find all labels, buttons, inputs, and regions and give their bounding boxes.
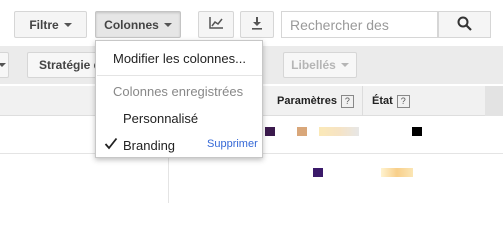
table-cell-pixel [412, 127, 422, 136]
column-divider [362, 86, 363, 116]
column-header-label: Paramètres [277, 95, 337, 107]
chevron-down-icon [0, 63, 6, 67]
header-scroll-edge [485, 86, 503, 116]
table-cell-pixel [297, 127, 307, 136]
columns-button-label: Colonnes [104, 17, 159, 32]
check-icon [104, 137, 118, 153]
help-icon[interactable]: ? [340, 94, 354, 108]
magnifier-icon [457, 16, 472, 34]
table-cell-pixel [265, 127, 275, 136]
table-cell-pixel [313, 168, 323, 177]
help-icon[interactable]: ? [396, 94, 410, 108]
line-chart-icon [208, 16, 224, 33]
menu-divider [97, 75, 262, 76]
columns-button[interactable]: Colonnes [95, 11, 181, 38]
partial-dropdown-button[interactable] [0, 52, 9, 78]
download-button[interactable] [240, 11, 274, 38]
chart-toggle-button[interactable] [198, 11, 234, 38]
chevron-down-icon [340, 63, 349, 67]
chevron-down-icon [163, 22, 172, 27]
table-cell-pixel [319, 127, 359, 136]
filter-button-label: Filtre [29, 17, 59, 32]
search-input[interactable]: Rechercher des [281, 11, 438, 38]
column-header-label: État [372, 95, 393, 107]
search-input-placeholder: Rechercher des [290, 16, 389, 33]
column-header-parametres[interactable]: Paramètres ? [277, 86, 354, 116]
table-cell-pixel [381, 168, 413, 177]
search-button[interactable] [438, 11, 491, 38]
saved-columns-item-personnalise[interactable]: Personnalisé [123, 111, 198, 126]
saved-columns-item-branding[interactable]: Branding [123, 138, 175, 153]
saved-columns-heading: Colonnes enregistrées [113, 84, 244, 99]
column-divider [168, 154, 169, 203]
labels-button[interactable]: Libellés [283, 52, 357, 78]
columns-menu: Modifier les colonnes... Colonnes enregi… [95, 40, 263, 158]
modify-columns-item[interactable]: Modifier les colonnes... [113, 51, 246, 66]
download-icon [250, 16, 264, 33]
column-header-etat[interactable]: État ? [372, 86, 410, 116]
chevron-down-icon [63, 22, 72, 27]
strategy-button-label: Stratégie d [39, 58, 102, 72]
delete-saved-columns-link[interactable]: Supprimer [207, 138, 258, 150]
filter-button[interactable]: Filtre [14, 11, 87, 38]
labels-button-label: Libellés [291, 58, 336, 72]
